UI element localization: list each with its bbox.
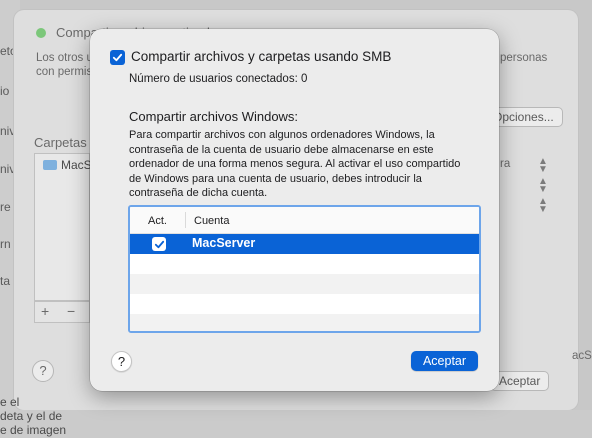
table-header: Act. Cuenta bbox=[130, 207, 479, 234]
table-row-empty bbox=[130, 314, 479, 331]
add-icon[interactable]: + bbox=[41, 303, 49, 319]
smb-checkbox[interactable] bbox=[110, 50, 125, 65]
table-row-empty bbox=[130, 254, 479, 274]
bg-sidebar-fragment: io bbox=[0, 84, 10, 98]
table-row-empty bbox=[130, 274, 479, 294]
column-header-account[interactable]: Cuenta bbox=[194, 215, 229, 227]
smb-options-sheet: Compartir archivos y carpetas usando SMB… bbox=[90, 29, 499, 391]
account-name: MacServer bbox=[192, 236, 256, 250]
background-folder-name: MacS bbox=[61, 158, 92, 172]
windows-accounts-table[interactable]: Act. Cuenta MacServer bbox=[128, 205, 481, 333]
table-row[interactable]: MacServer bbox=[130, 234, 479, 254]
background-description-line2: con permis bbox=[36, 66, 93, 78]
windows-sharing-description: Para compartir archivos con algunos orde… bbox=[129, 129, 461, 199]
account-active-checkbox[interactable] bbox=[152, 237, 166, 251]
background-folder-item: MacS bbox=[43, 158, 92, 172]
help-button[interactable]: ? bbox=[111, 351, 132, 372]
background-bottom-text: e el bbox=[0, 395, 20, 409]
bg-sidebar-fragment: ta bbox=[0, 274, 11, 288]
background-folders-label: Carpetas bbox=[34, 135, 87, 150]
chevron-updown-icon[interactable]: ▲ ▼ bbox=[538, 197, 548, 215]
smb-checkbox-label[interactable]: Compartir archivos y carpetas usando SMB bbox=[131, 49, 391, 64]
background-help-button[interactable]: ? bbox=[32, 360, 54, 382]
background-folders-list: MacS bbox=[34, 153, 92, 301]
background-bottom-text: deta y el de bbox=[0, 409, 63, 423]
background-users-fragment: ra bbox=[500, 158, 511, 170]
windows-sharing-heading: Compartir archivos Windows: bbox=[129, 109, 299, 124]
connected-users-text: Número de usuarios conectados: 0 bbox=[129, 73, 308, 85]
column-header-active[interactable]: Act. bbox=[148, 215, 167, 227]
table-row-empty bbox=[130, 294, 479, 314]
checkmark-icon bbox=[154, 240, 164, 248]
status-dot-icon bbox=[36, 28, 46, 38]
background-add-remove-control: + − bbox=[34, 301, 90, 323]
chevron-updown-icon[interactable]: ▲ ▼ bbox=[538, 157, 548, 175]
background-description-right: personas bbox=[500, 52, 548, 64]
folder-icon bbox=[43, 160, 57, 170]
column-divider bbox=[185, 212, 186, 228]
background-right-fragment: acS bbox=[572, 350, 592, 362]
background-bottom-strip bbox=[0, 410, 592, 438]
checkmark-icon bbox=[112, 53, 123, 62]
background-bottom-text: e de imagen bbox=[0, 423, 67, 437]
accept-button[interactable]: Aceptar bbox=[411, 351, 478, 371]
background-description: Los otros u bbox=[36, 52, 93, 64]
bg-sidebar-fragment: re bbox=[0, 200, 11, 214]
bg-sidebar-fragment: rn bbox=[0, 237, 11, 251]
chevron-updown-icon[interactable]: ▲ ▼ bbox=[538, 177, 548, 195]
remove-icon[interactable]: − bbox=[67, 303, 75, 319]
